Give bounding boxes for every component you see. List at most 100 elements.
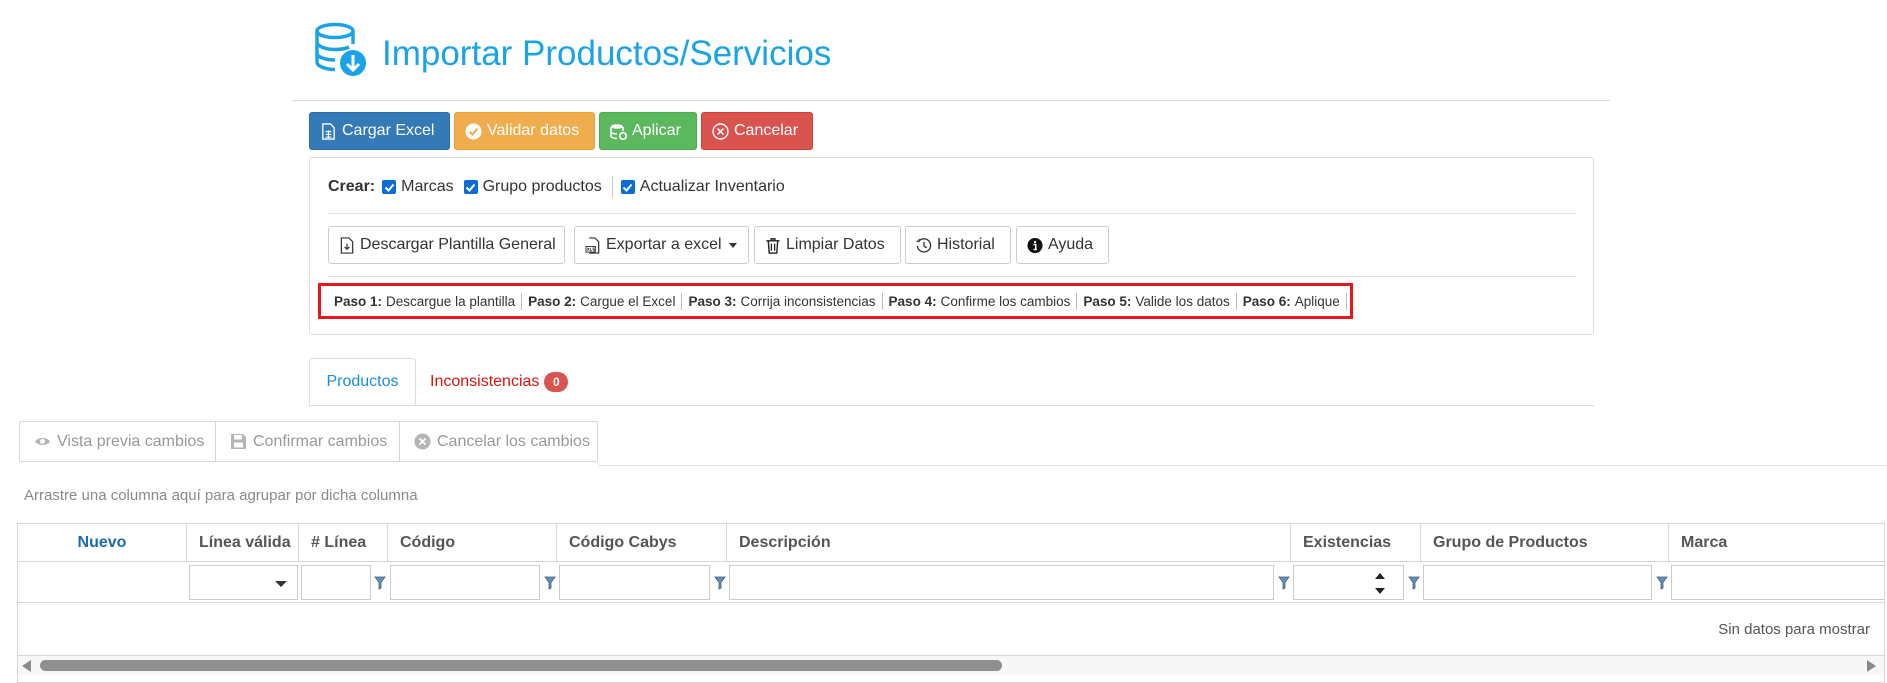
codigo-filter-input[interactable] — [390, 565, 540, 600]
limpiar-datos-label: Limpiar Datos — [786, 236, 885, 253]
descargar-plantilla-label: Descargar Plantilla General — [360, 236, 556, 253]
aplicar-button[interactable]: Aplicar — [599, 112, 697, 150]
panel-divider — [328, 276, 1576, 277]
scrollbar-thumb[interactable] — [40, 660, 1002, 671]
column-header-nuevo[interactable]: Nuevo — [18, 524, 187, 562]
database-download-icon — [313, 22, 367, 78]
grupo-productos-option[interactable]: Grupo productos — [463, 178, 602, 196]
column-header-existencias[interactable]: Existencias — [1291, 524, 1421, 562]
grupo-productos-filter-input[interactable] — [1423, 565, 1652, 600]
cancelar-button[interactable]: Cancelar — [701, 112, 813, 150]
marcas-checkbox[interactable] — [382, 180, 397, 194]
crear-options: Crear: Marcas Grupo productos Actualizar… — [328, 176, 789, 198]
filter-icon[interactable] — [714, 576, 726, 590]
tab-inconsistencias-label: Inconsistencias — [430, 373, 540, 390]
trash-icon — [766, 237, 780, 254]
step-6: Paso 6: Aplique — [1243, 292, 1353, 310]
horizontal-scrollbar[interactable] — [18, 655, 1884, 675]
codigo-cabys-filter-input[interactable] — [559, 565, 710, 600]
check-circle-icon — [465, 123, 482, 139]
excel-file-icon — [322, 122, 335, 140]
cancelar-cambios-label: Cancelar los cambios — [437, 432, 590, 450]
existencias-filter-spinner[interactable] — [1293, 565, 1404, 600]
column-header-linea-valida[interactable]: Línea válida — [187, 524, 299, 562]
scroll-left-arrow-icon[interactable] — [22, 660, 31, 672]
step-2: Paso 2: Cargue el Excel — [528, 292, 688, 310]
panel-divider — [328, 213, 1576, 214]
limpiar-datos-button[interactable]: Limpiar Datos — [754, 226, 901, 264]
header-divider — [292, 100, 1610, 101]
scroll-right-arrow-icon[interactable] — [1867, 660, 1876, 672]
actualizar-inventario-option[interactable]: Actualizar Inventario — [620, 178, 785, 196]
cargar-excel-button[interactable]: Cargar Excel — [309, 112, 450, 150]
filter-icon[interactable] — [374, 576, 386, 590]
grupo-productos-label: Grupo productos — [482, 178, 602, 195]
ayuda-button[interactable]: Ayuda — [1016, 226, 1109, 264]
marcas-option[interactable]: Marcas — [382, 178, 454, 196]
inconsistencias-count-badge: 0 — [544, 372, 569, 392]
chevron-down-icon — [728, 242, 737, 248]
validar-datos-label: Validar datos — [487, 122, 580, 139]
column-header-descripcion[interactable]: Descripción — [727, 524, 1291, 562]
column-header-codigo-cabys[interactable]: Código Cabys — [557, 524, 727, 562]
chevron-down-icon — [275, 581, 287, 587]
step-1: Paso 1: Descargue la plantilla — [334, 292, 528, 310]
tabs-divider — [309, 405, 1594, 406]
grupo-productos-checkbox[interactable] — [463, 180, 478, 194]
empty-grid-message: Sin datos para mostrar — [1718, 621, 1870, 638]
filter-icon[interactable] — [1278, 576, 1290, 590]
column-header-marca[interactable]: Marca — [1669, 524, 1884, 562]
validar-datos-button[interactable]: Validar datos — [454, 112, 595, 150]
grid-toolbar: Vista previa cambios Confirmar cambios C… — [19, 421, 598, 462]
step-4: Paso 4: Confirme los cambios — [889, 292, 1084, 310]
cargar-excel-label: Cargar Excel — [342, 122, 435, 139]
actualizar-inventario-checkbox[interactable] — [620, 180, 635, 194]
database-gear-icon — [610, 123, 627, 140]
historial-button[interactable]: Historial — [905, 226, 1011, 264]
info-icon — [1027, 237, 1043, 253]
spinner-down-icon[interactable] — [1375, 588, 1385, 594]
page-title: Importar Productos/Servicios — [382, 34, 832, 73]
vista-previa-label: Vista previa cambios — [57, 432, 205, 450]
spinner-up-icon[interactable] — [1375, 573, 1385, 579]
filter-icon[interactable] — [544, 576, 556, 590]
confirmar-cambios-button[interactable]: Confirmar cambios — [216, 422, 400, 461]
eye-icon — [34, 437, 51, 446]
crear-label: Crear: — [328, 178, 376, 195]
clock-history-icon — [916, 237, 932, 253]
column-header-grupo-productos[interactable]: Grupo de Productos — [1421, 524, 1669, 562]
close-circle-icon — [712, 122, 729, 140]
group-panel-hint[interactable]: Arrastre una columna aquí para agrupar p… — [24, 487, 418, 504]
descripcion-filter-input[interactable] — [729, 565, 1274, 600]
import-steps: Paso 1: Descargue la plantilla Paso 2: Car… — [318, 283, 1353, 319]
historial-label: Historial — [937, 236, 995, 253]
column-header-codigo[interactable]: Código — [388, 524, 557, 562]
exportar-excel-button[interactable]: Exportar a excel — [574, 226, 749, 264]
numero-linea-filter-input[interactable] — [301, 565, 371, 600]
column-header-numero-linea[interactable]: # Línea — [299, 524, 388, 562]
aplicar-label: Aplicar — [632, 122, 681, 139]
filter-icon[interactable] — [1656, 576, 1668, 590]
xls-file-icon — [585, 236, 600, 254]
tab-productos[interactable]: Productos — [309, 358, 416, 406]
step-3: Paso 3: Corrija inconsistencias — [688, 292, 888, 310]
cancelar-cambios-button[interactable]: Cancelar los cambios — [400, 422, 597, 461]
tab-productos-label: Productos — [326, 373, 399, 390]
linea-valida-filter-select[interactable] — [189, 565, 298, 600]
save-icon — [231, 434, 246, 449]
grid-filter-row — [18, 563, 1884, 603]
options-separator — [611, 176, 613, 198]
vista-previa-button[interactable]: Vista previa cambios — [20, 422, 216, 461]
exportar-excel-label: Exportar a excel — [606, 236, 722, 253]
close-circle-icon — [414, 433, 431, 450]
marcas-label: Marcas — [401, 178, 454, 195]
marca-filter-input[interactable] — [1671, 565, 1884, 600]
toolbar-divider — [598, 465, 1887, 466]
cancelar-label: Cancelar — [734, 122, 799, 139]
file-download-icon — [340, 236, 354, 254]
tab-inconsistencias[interactable]: Inconsistencias 0 — [430, 358, 569, 406]
filter-icon[interactable] — [1408, 576, 1420, 590]
grid-header-row: Nuevo Línea válida # Línea Código Código… — [18, 524, 1884, 562]
confirmar-cambios-label: Confirmar cambios — [253, 432, 388, 450]
descargar-plantilla-button[interactable]: Descargar Plantilla General — [328, 226, 565, 264]
